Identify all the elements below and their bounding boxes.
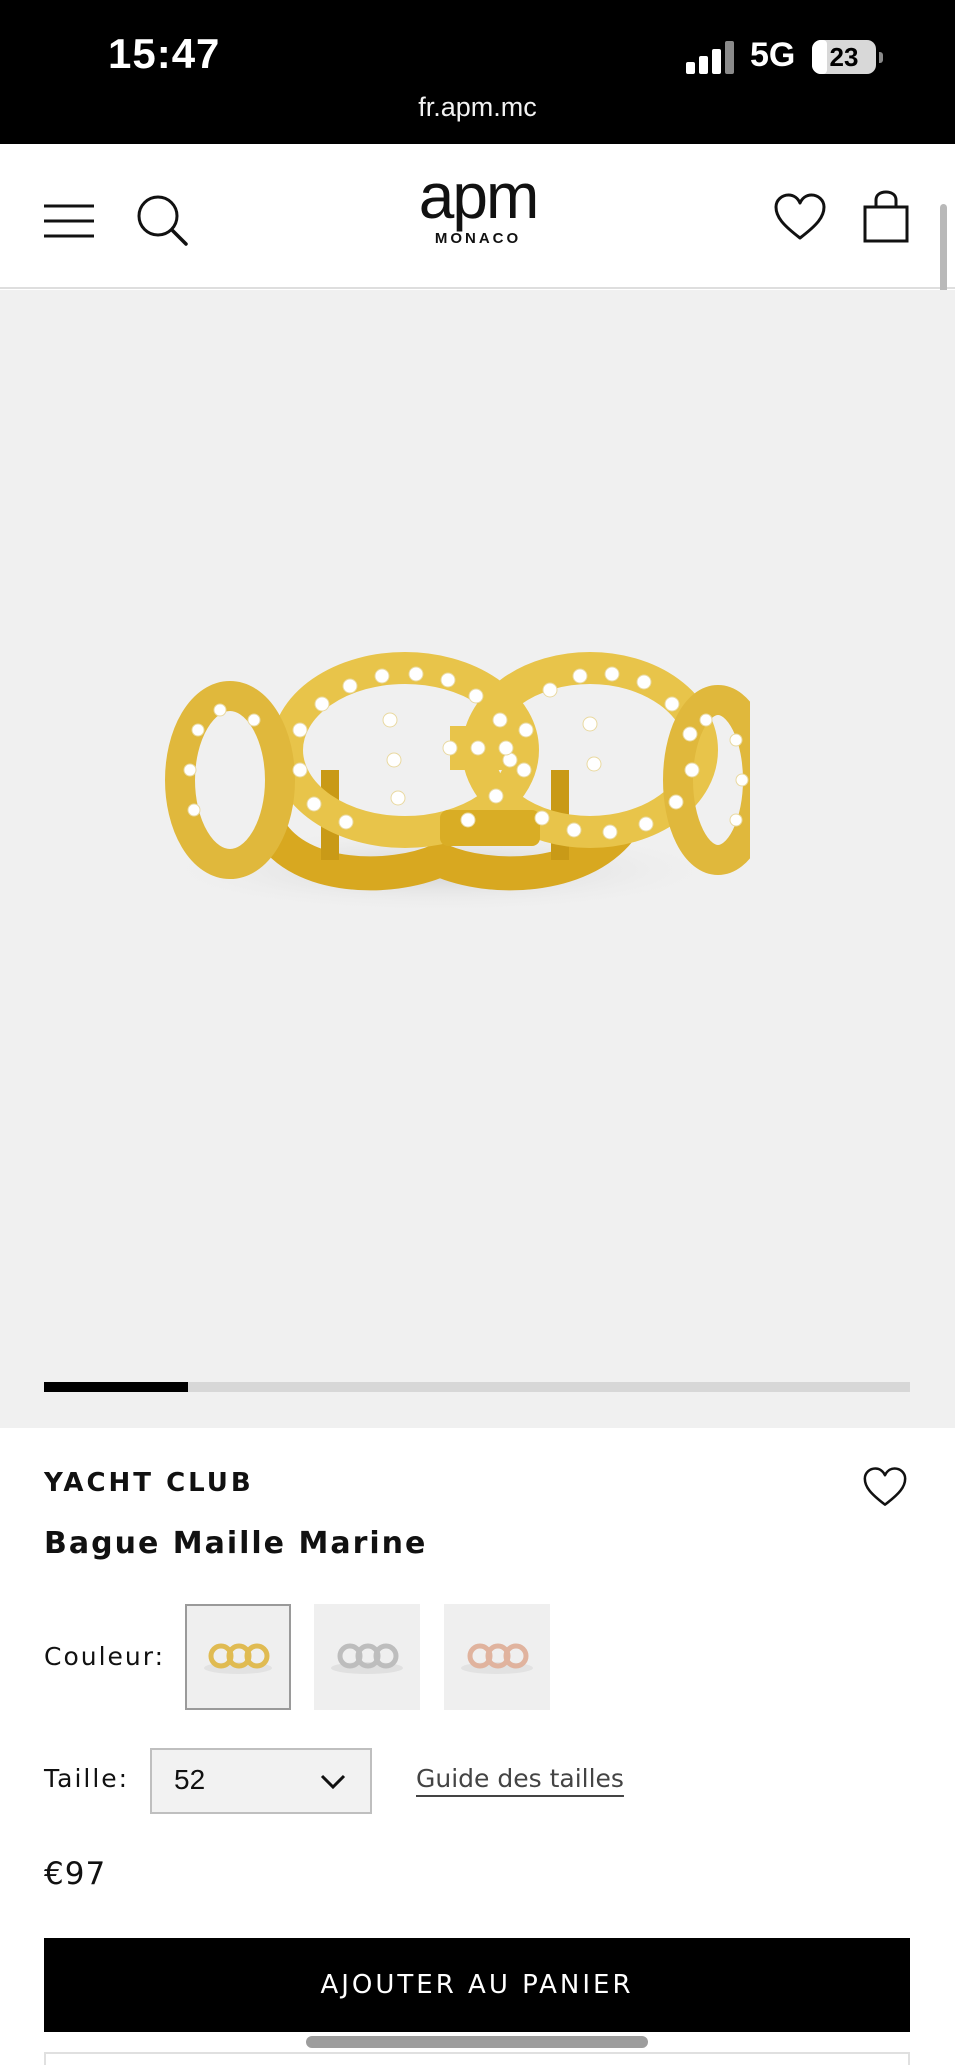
- ring-thumbnail-silver: [331, 1643, 403, 1674]
- brand-logo-subtitle: MONACO: [434, 230, 522, 247]
- address-bar-url[interactable]: fr.apm.mc: [0, 92, 955, 123]
- battery-level: 23: [829, 42, 859, 72]
- color-swatch-gold[interactable]: [185, 1604, 291, 1710]
- battery-icon: 23: [812, 40, 883, 74]
- secondary-button-edge[interactable]: [44, 2052, 910, 2065]
- gallery-progress: [44, 1382, 910, 1392]
- brand-logo-text: apm: [418, 160, 540, 232]
- color-swatch-rose[interactable]: [444, 1604, 550, 1710]
- color-label: Couleur:: [44, 1642, 166, 1671]
- status-time: 15:47: [108, 30, 221, 77]
- ring-thumbnail-rose: [461, 1643, 533, 1674]
- signal-bar: [712, 49, 721, 74]
- signal-bar: [725, 41, 734, 74]
- size-select[interactable]: 52: [150, 1748, 372, 1814]
- color-swatch-silver[interactable]: [314, 1604, 420, 1710]
- bag-icon[interactable]: [862, 190, 910, 244]
- product-collection[interactable]: YACHT CLUB: [44, 1468, 254, 1498]
- gallery-progress-fill: [44, 1382, 188, 1392]
- signal-bar: [686, 62, 695, 74]
- wishlist-heart-icon[interactable]: [862, 1466, 908, 1508]
- product-image: [150, 652, 750, 914]
- home-indicator[interactable]: [306, 2036, 648, 2048]
- product-title: Bague Maille Marine: [44, 1526, 428, 1561]
- product-price: €97: [44, 1856, 107, 1892]
- ring-thumbnail-gold: [204, 1643, 272, 1674]
- heart-icon[interactable]: [773, 192, 827, 242]
- size-label: Taille:: [44, 1764, 130, 1793]
- brand-logo[interactable]: apm MONACO: [378, 164, 578, 274]
- status-bar: 15:47 5G 23 fr.apm.mc: [0, 0, 955, 144]
- menu-icon[interactable]: [44, 204, 94, 238]
- network-type: 5G: [750, 36, 796, 74]
- search-icon[interactable]: [136, 194, 188, 246]
- signal-bar: [699, 56, 708, 74]
- add-to-cart-button[interactable]: AJOUTER AU PANIER: [44, 1938, 910, 2032]
- product-gallery[interactable]: [0, 290, 955, 1428]
- size-guide-link[interactable]: Guide des tailles: [416, 1764, 624, 1793]
- size-select-value: 52: [174, 1764, 206, 1795]
- site-header: apm MONACO: [0, 144, 955, 289]
- chevron-down-icon: [320, 1774, 346, 1790]
- signal-icon: [686, 40, 736, 74]
